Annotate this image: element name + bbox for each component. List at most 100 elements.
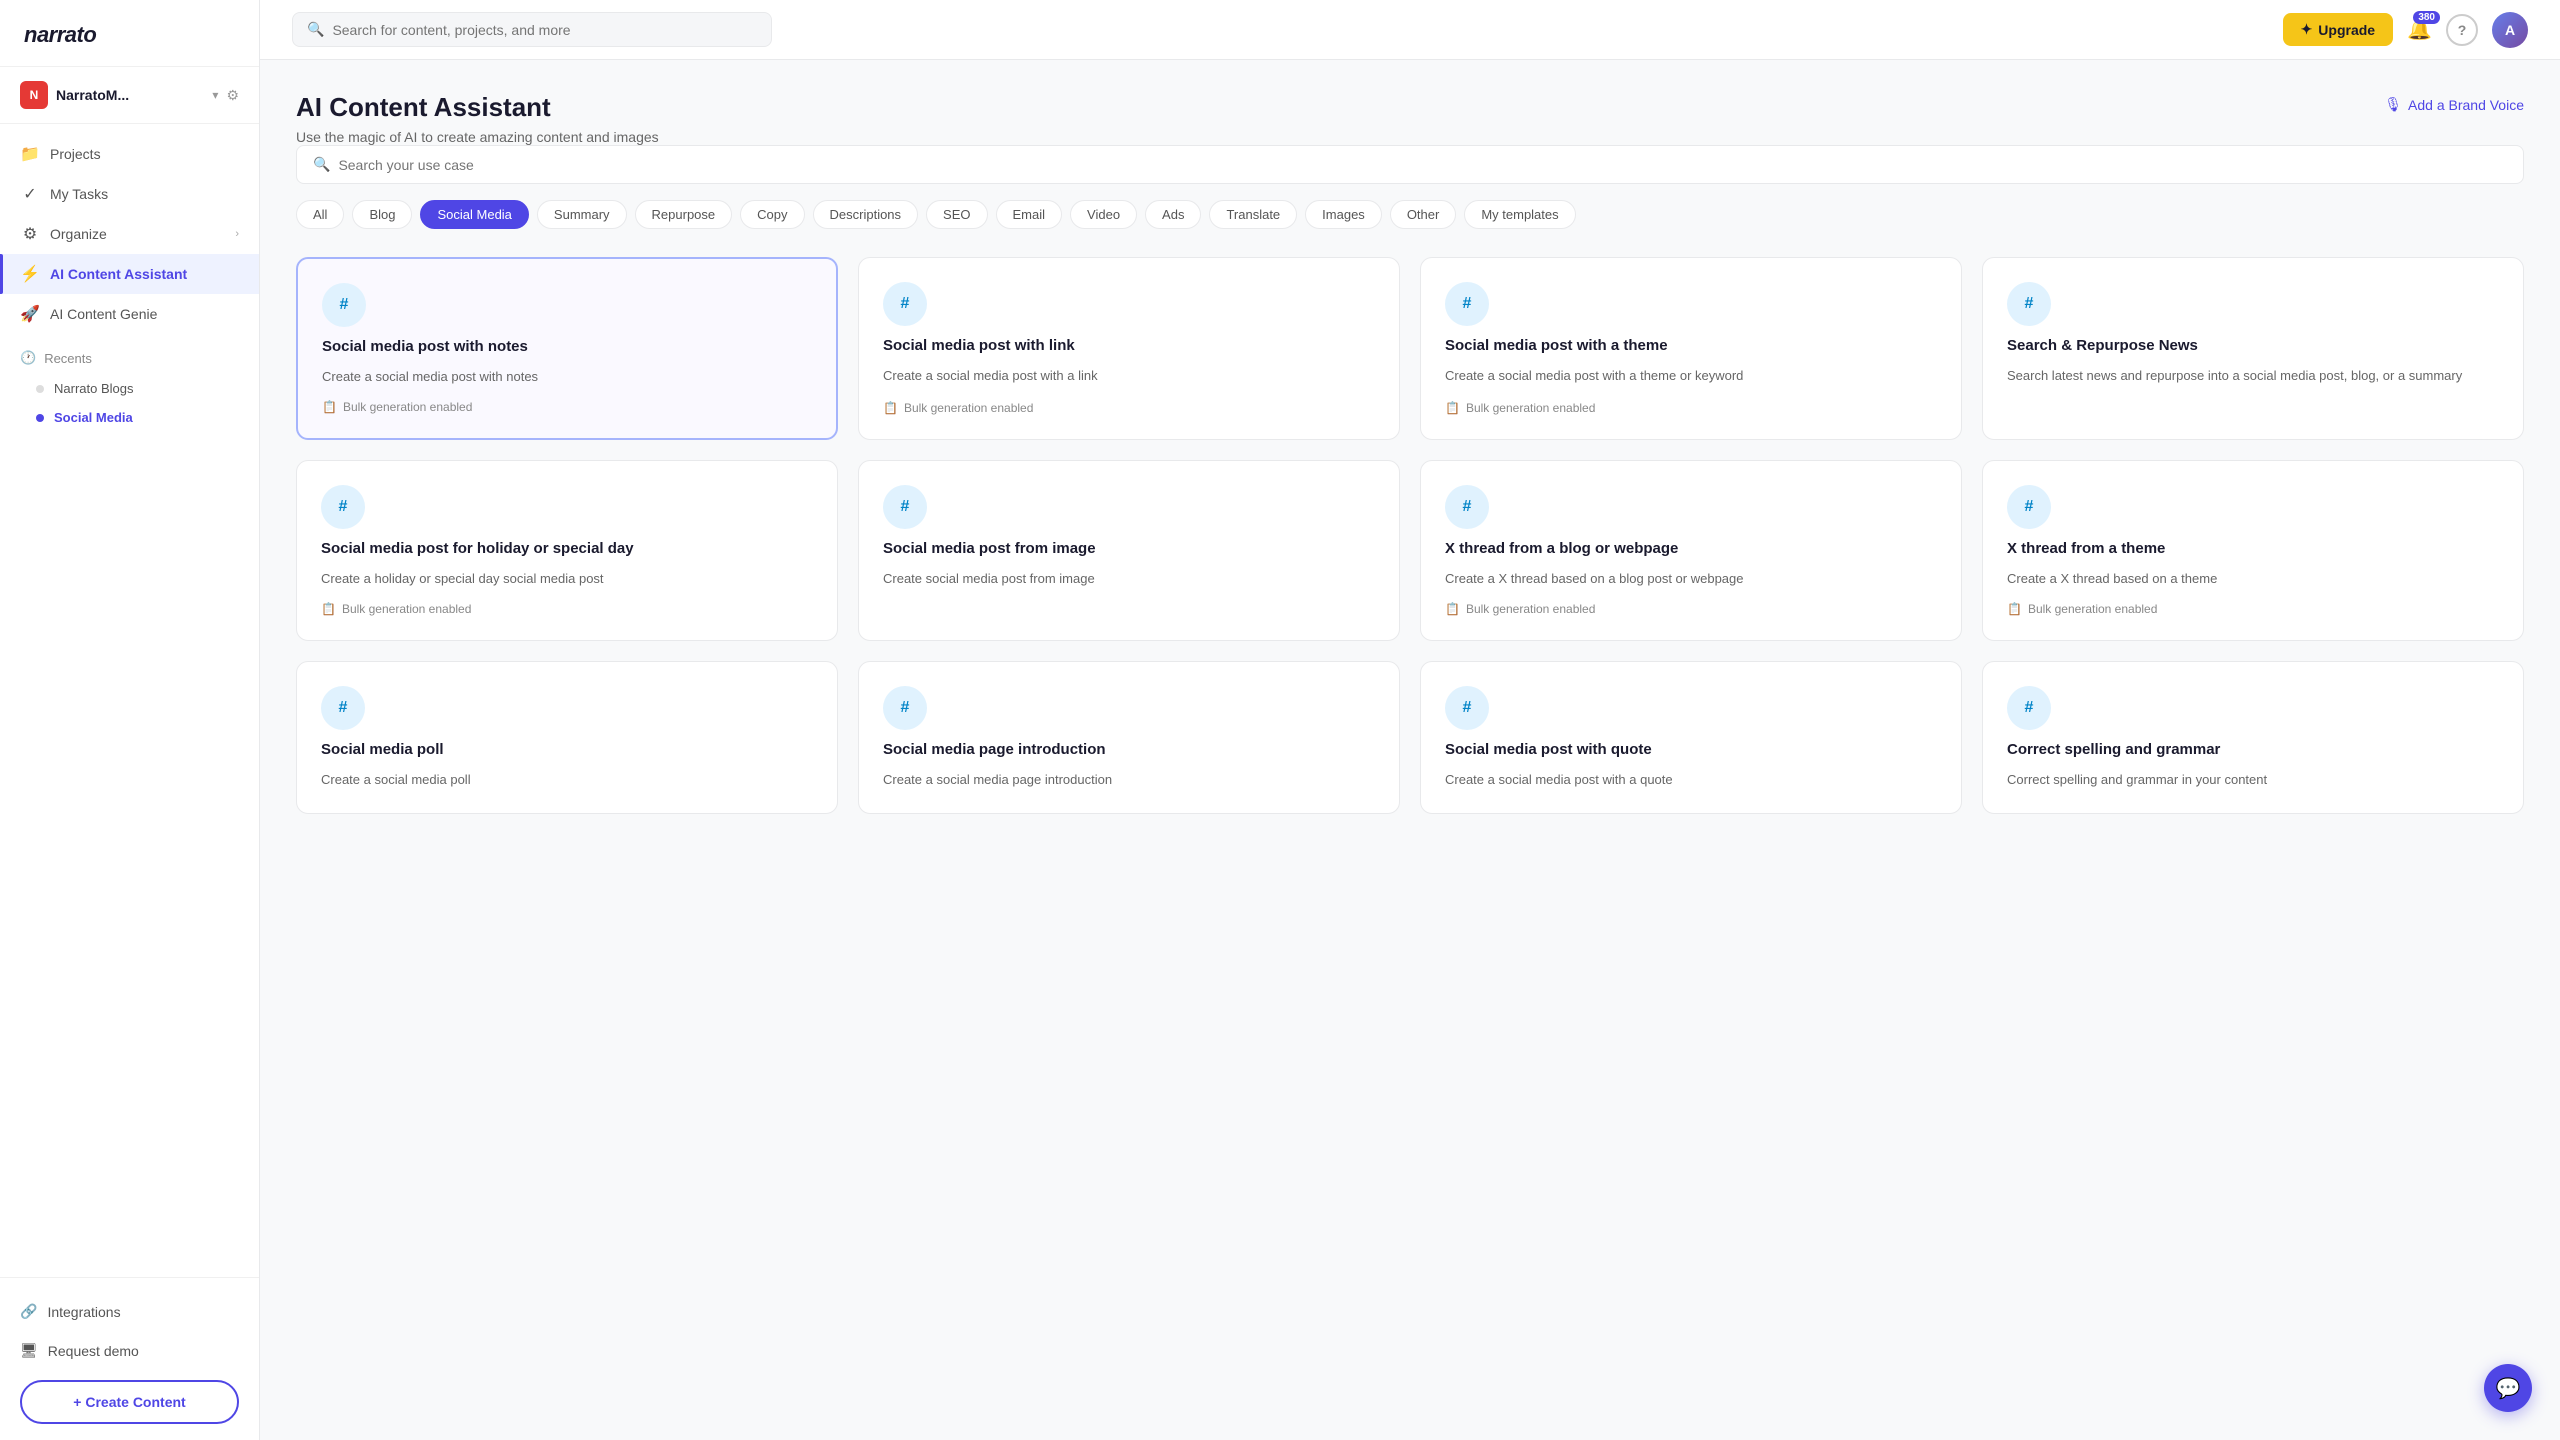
- sidebar-item-ai-content-genie[interactable]: 🚀 AI Content Genie: [0, 294, 259, 334]
- sidebar-item-label: Organize: [50, 226, 107, 242]
- card-desc-post-with-link: Create a social media post with a link: [883, 366, 1375, 388]
- brand-voice-label: Add a Brand Voice: [2408, 97, 2524, 113]
- use-case-search-input[interactable]: [338, 157, 2507, 173]
- card-title-post-with-link: Social media post with link: [883, 336, 1375, 356]
- notification-count: 380: [2413, 11, 2440, 24]
- card-desc-post-with-quote: Create a social media post with a quote: [1445, 770, 1937, 790]
- genie-icon: 🚀: [20, 304, 40, 324]
- avatar-initials: A: [2505, 22, 2515, 38]
- recents-section: 🕐 Recents Narrato Blogs Social Media: [0, 334, 259, 440]
- card-post-with-quote[interactable]: # Social media post with quote Create a so…: [1420, 661, 1962, 814]
- sidebar-item-ai-content-assistant[interactable]: ⚡ AI Content Assistant: [0, 254, 259, 294]
- use-case-search[interactable]: 🔍: [296, 145, 2524, 184]
- card-title-x-thread-blog: X thread from a blog or webpage: [1445, 539, 1937, 559]
- card-correct-spelling-grammar[interactable]: #Correct spelling and grammarCorrect spe…: [1982, 661, 2524, 814]
- filter-tag-blog[interactable]: Blog: [352, 200, 412, 229]
- sidebar-item-label: AI Content Assistant: [50, 266, 187, 282]
- header-actions: ✦ Upgrade 🔔 380 ? A: [2283, 12, 2528, 48]
- chat-icon: 💬: [2496, 1376, 2521, 1401]
- sidebar-item-projects[interactable]: 📁 Projects: [0, 134, 259, 174]
- add-brand-voice-button[interactable]: 🎙 Add a Brand Voice: [2384, 96, 2524, 113]
- integrations-link[interactable]: 🔗 Integrations: [20, 1294, 239, 1329]
- request-demo-link[interactable]: 🖥 Request demo: [20, 1333, 239, 1368]
- card-post-with-theme[interactable]: #Social media post with a themeCreate a …: [1420, 257, 1962, 440]
- card-social-media-poll[interactable]: # Social media poll Create a social media …: [296, 661, 838, 814]
- card-icon-social-media-poll: #: [321, 686, 365, 730]
- card-icon-search-repurpose-news: #: [2007, 282, 2051, 326]
- sidebar-item-my-tasks[interactable]: ✓ My Tasks: [0, 174, 259, 214]
- card-post-from-image[interactable]: #Social media post from imageCreate soci…: [858, 460, 1400, 641]
- card-title-post-with-quote: Social media post with quote: [1445, 740, 1937, 760]
- filter-tag-social-media[interactable]: Social Media: [420, 200, 528, 229]
- global-search-input[interactable]: [332, 22, 757, 38]
- card-desc-social-media-page-intro: Create a social media page introduction: [883, 770, 1375, 790]
- card-x-thread-theme[interactable]: #X thread from a themeCreate a X thread …: [1982, 460, 2524, 641]
- filter-tag-ads[interactable]: Ads: [1145, 200, 1201, 229]
- sidebar-nav: 📁 Projects ✓ My Tasks ⚙ Organize › ⚡ AI …: [0, 124, 259, 1277]
- gear-icon[interactable]: ⚙: [226, 87, 239, 104]
- help-button[interactable]: ?: [2446, 14, 2478, 46]
- tasks-icon: ✓: [20, 184, 40, 204]
- filter-tag-seo[interactable]: SEO: [926, 200, 987, 229]
- page-header: AI Content Assistant Use the magic of AI…: [296, 92, 2524, 145]
- card-desc-post-with-notes: Create a social media post with notes: [322, 367, 812, 387]
- search-icon: 🔍: [313, 156, 330, 173]
- recent-item-narrato-blogs[interactable]: Narrato Blogs: [0, 374, 259, 403]
- workspace-avatar: N: [20, 81, 48, 109]
- card-title-post-with-notes: Social media post with notes: [322, 337, 812, 357]
- copy-icon: 📋: [1445, 401, 1460, 415]
- filter-tag-all[interactable]: All: [296, 200, 344, 229]
- dot-icon: [36, 414, 44, 422]
- chat-support-button[interactable]: 💬: [2484, 1364, 2532, 1412]
- sidebar-item-organize[interactable]: ⚙ Organize ›: [0, 214, 259, 254]
- integrations-icon: 🔗: [20, 1303, 37, 1320]
- card-post-with-link[interactable]: #Social media post with linkCreate a soc…: [858, 257, 1400, 440]
- dot-icon: [36, 385, 44, 393]
- card-search-repurpose-news[interactable]: #Search & Repurpose NewsSearch latest ne…: [1982, 257, 2524, 440]
- card-desc-correct-spelling-grammar: Correct spelling and grammar in your con…: [2007, 770, 2499, 790]
- card-icon-post-from-image: #: [883, 485, 927, 529]
- card-bulk-holiday-special-day: 📋Bulk generation enabled: [321, 602, 813, 616]
- filter-tag-my-templates[interactable]: My templates: [1464, 200, 1575, 229]
- card-icon-post-with-quote: #: [1445, 686, 1489, 730]
- card-post-with-notes[interactable]: #Social media post with notesCreate a so…: [296, 257, 838, 440]
- sidebar-item-label: Projects: [50, 146, 101, 162]
- card-holiday-special-day[interactable]: #Social media post for holiday or specia…: [296, 460, 838, 641]
- card-icon-social-media-page-intro: #: [883, 686, 927, 730]
- upgrade-button[interactable]: ✦ Upgrade: [2283, 13, 2394, 46]
- card-desc-holiday-special-day: Create a holiday or special day social m…: [321, 569, 813, 589]
- card-social-media-page-intro[interactable]: #Social media page introductionCreate a …: [858, 661, 1400, 814]
- filter-tag-images[interactable]: Images: [1305, 200, 1382, 229]
- filter-tag-other[interactable]: Other: [1390, 200, 1457, 229]
- filter-tag-descriptions[interactable]: Descriptions: [813, 200, 919, 229]
- workspace-selector[interactable]: N NarratoM... ▾ ⚙: [0, 67, 259, 124]
- copy-icon: 📋: [321, 602, 336, 616]
- sidebar-item-label: My Tasks: [50, 186, 108, 202]
- copy-icon: 📋: [883, 401, 898, 415]
- create-content-button[interactable]: + Create Content: [20, 1380, 239, 1424]
- cards-grid: # Social media post with notes Create a so…: [296, 257, 2524, 814]
- global-search[interactable]: 🔍: [292, 12, 772, 47]
- filter-tag-email[interactable]: Email: [996, 200, 1063, 229]
- page-title: AI Content Assistant: [296, 92, 659, 123]
- card-title-holiday-special-day: Social media post for holiday or special…: [321, 539, 813, 559]
- page-title-section: AI Content Assistant Use the magic of AI…: [296, 92, 659, 145]
- card-x-thread-blog[interactable]: #X thread from a blog or webpageCreate a…: [1420, 460, 1962, 641]
- sidebar-item-label: AI Content Genie: [50, 306, 157, 322]
- filter-tag-summary[interactable]: Summary: [537, 200, 627, 229]
- recent-item-social-media[interactable]: Social Media: [0, 403, 259, 432]
- card-desc-x-thread-theme: Create a X thread based on a theme: [2007, 569, 2499, 589]
- main-area: 🔍 ✦ Upgrade 🔔 380 ? A AI Content Assista…: [260, 0, 2560, 1440]
- chevron-down-icon: ▾: [212, 88, 218, 102]
- user-avatar[interactable]: A: [2492, 12, 2528, 48]
- card-bulk-post-with-link: 📋Bulk generation enabled: [883, 401, 1375, 415]
- sidebar: narrato N NarratoM... ▾ ⚙ 📁 Projects ✓ M…: [0, 0, 260, 1440]
- filter-tag-repurpose[interactable]: Repurpose: [635, 200, 733, 229]
- card-icon-x-thread-theme: #: [2007, 485, 2051, 529]
- filter-tag-translate[interactable]: Translate: [1209, 200, 1297, 229]
- filter-tag-copy[interactable]: Copy: [740, 200, 804, 229]
- card-desc-social-media-poll: Create a social media poll: [321, 770, 813, 790]
- notifications-button[interactable]: 🔔 380: [2407, 17, 2432, 42]
- card-title-social-media-poll: Social media poll: [321, 740, 813, 760]
- filter-tag-video[interactable]: Video: [1070, 200, 1137, 229]
